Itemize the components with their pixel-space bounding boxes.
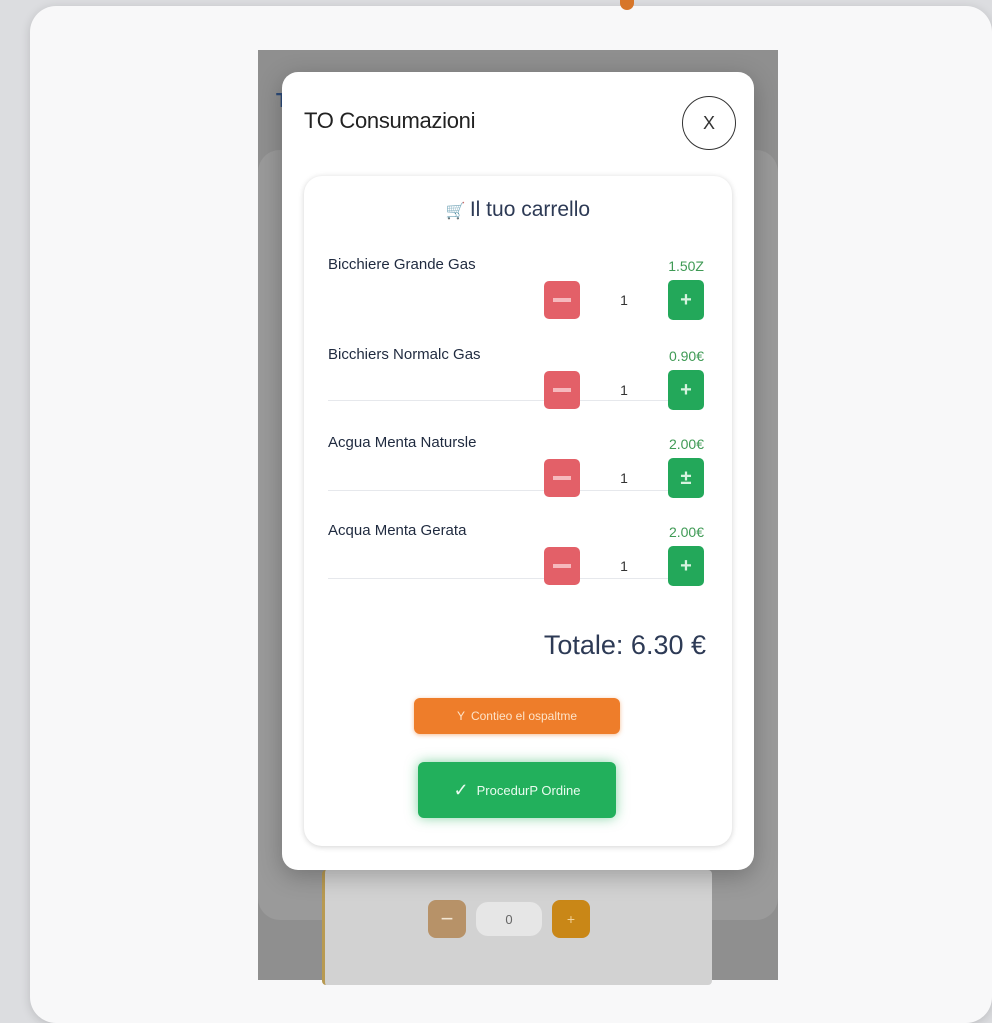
- minus-icon: [553, 298, 571, 302]
- cart-item: Bicchiere Grande Gas 1.50Z 1 +: [328, 256, 704, 344]
- modal-title: TO Consumazioni: [304, 108, 476, 133]
- item-quantity-controls: 1 ±: [544, 458, 704, 498]
- item-price: 2.00€: [668, 436, 704, 452]
- cart-item: Acgua Menta Natursle 2.00€ 1 ±: [328, 434, 704, 522]
- increase-button[interactable]: +: [668, 370, 704, 410]
- minus-icon: [553, 476, 571, 480]
- item-quantity-controls: 1 +: [544, 280, 704, 320]
- item-quantity: 1: [620, 470, 628, 486]
- proceed-order-button[interactable]: ✓ ProcedurP Ordine: [418, 762, 616, 818]
- increase-button[interactable]: +: [668, 546, 704, 586]
- item-name: Acgua Menta Natursle: [328, 434, 477, 451]
- proceed-order-label: ProcedurP Ordine: [476, 782, 581, 798]
- drink-icon: Y: [456, 709, 465, 723]
- item-quantity-controls: 1 +: [544, 546, 704, 586]
- cart-heading: 🛒 Il tuo carrello: [304, 198, 732, 222]
- background-quantity: 0: [476, 902, 542, 936]
- minus-icon: [553, 564, 571, 568]
- increase-button[interactable]: +: [668, 280, 704, 320]
- item-price: 2.00€: [668, 524, 704, 540]
- decrease-button[interactable]: [544, 371, 580, 409]
- continue-shopping-button[interactable]: Y Contieo el ospaltme: [414, 698, 620, 734]
- decrease-button[interactable]: [544, 459, 580, 497]
- decrease-button[interactable]: [544, 547, 580, 585]
- cart-item: Bicchiers Normalc Gas 0.90€ 1 +: [328, 346, 704, 434]
- cart-item: Acqua Menta Gerata 2.00€ 1 +: [328, 522, 704, 610]
- item-quantity-controls: 1 +: [544, 370, 704, 410]
- item-name: Acqua Menta Gerata: [328, 522, 467, 539]
- decrease-button[interactable]: [544, 281, 580, 319]
- increase-button[interactable]: ±: [668, 458, 704, 498]
- item-quantity: 1: [620, 292, 628, 308]
- close-button[interactable]: X: [682, 96, 736, 150]
- item-name: Bicchiers Normalc Gas: [328, 346, 481, 363]
- item-quantity: 1: [620, 558, 628, 574]
- background-plus-button[interactable]: +: [552, 900, 590, 938]
- item-name: Bicchiere Grande Gas: [328, 256, 476, 273]
- cart-icon: 🛒: [445, 203, 466, 220]
- background-minus-button[interactable]: −: [428, 900, 466, 938]
- item-price: 0.90€: [668, 348, 704, 364]
- item-quantity: 1: [620, 382, 628, 398]
- continue-shopping-label: Contieo el ospaltme: [470, 709, 578, 723]
- check-icon: ✓: [453, 779, 469, 800]
- cart-modal: TO Consumazioni X 🛒 Il tuo carrello Bicch…: [282, 72, 754, 870]
- cart-total: Totale: 6.30 €: [543, 630, 706, 660]
- cart-card: 🛒 Il tuo carrello Bicchiere Grande Gas 1.…: [304, 176, 732, 846]
- minus-icon: [553, 388, 571, 392]
- item-price: 1.50Z: [668, 258, 704, 274]
- background-quantity-controls: − 0 +: [428, 900, 590, 938]
- cart-title: Il tuo carrello: [469, 198, 591, 221]
